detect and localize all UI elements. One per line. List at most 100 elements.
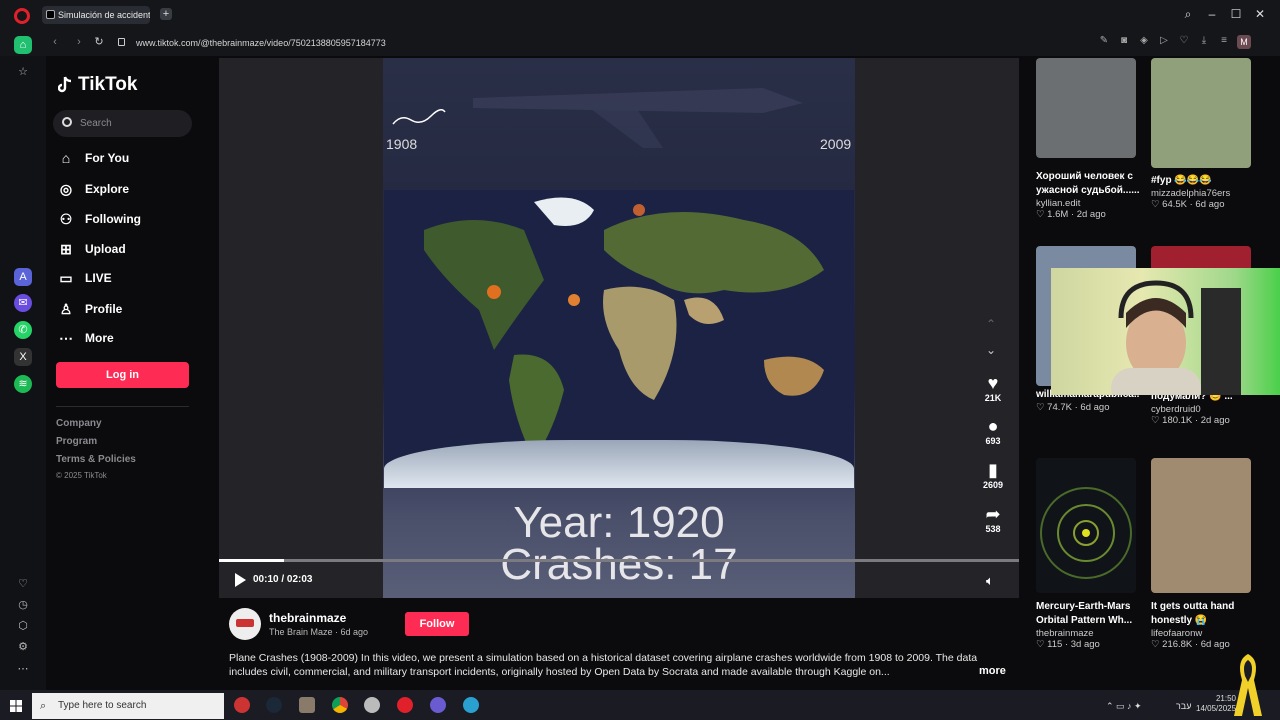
sidebar-item-profile[interactable]: ♙ Profile bbox=[58, 298, 208, 320]
recommended-author[interactable]: lifeofaaronw bbox=[1151, 628, 1255, 639]
steam-icon[interactable] bbox=[266, 697, 282, 713]
reload-icon[interactable]: ↻ bbox=[92, 35, 106, 49]
whatsapp-icon[interactable]: ✆ bbox=[14, 321, 32, 339]
extensions-icon[interactable]: ⬡ bbox=[14, 617, 32, 635]
forward-icon[interactable]: › bbox=[72, 35, 86, 49]
recommended-card[interactable]: Хороший человек с ужасной судьбой...... k… bbox=[1036, 170, 1140, 220]
crashes-text: Crashes: 17 bbox=[500, 540, 738, 589]
opera-logo-icon[interactable] bbox=[14, 8, 30, 24]
url-field[interactable]: www.tiktok.com/@thebrainmaze/video/75021… bbox=[112, 34, 1012, 52]
minimize-button[interactable]: – bbox=[1205, 7, 1219, 21]
recommended-title: It gets outta hand honestly 😭 bbox=[1151, 601, 1235, 626]
save-action[interactable]: ▮ 2609 bbox=[978, 460, 1008, 490]
history-icon[interactable]: ◷ bbox=[14, 596, 32, 614]
recommended-card[interactable]: #fyp 😂😂😂 mizzadelphia76ers ♡ 64.5K · 6d ag… bbox=[1151, 174, 1255, 210]
clock-date: 14/05/2025 bbox=[1196, 704, 1237, 713]
share-icon: ➦ bbox=[985, 504, 1001, 524]
recommended-card[interactable]: Mercury-Earth-Mars Orbital Pattern Wh...… bbox=[1036, 600, 1140, 650]
footer-program-link[interactable]: Program bbox=[56, 436, 97, 447]
sidebar-item-following[interactable]: ⚇ Following bbox=[58, 208, 208, 230]
taskbar-app-5-icon[interactable] bbox=[364, 697, 380, 713]
recommended-author[interactable]: cyberdruid0 bbox=[1151, 404, 1255, 415]
download-icon[interactable]: ⤓ bbox=[1198, 35, 1210, 47]
browser-tab[interactable]: Simulación de accidentes bbox=[42, 6, 150, 24]
shield-icon[interactable]: ◈ bbox=[1138, 35, 1150, 47]
follow-button[interactable]: Follow bbox=[405, 612, 469, 636]
taskbar-clock[interactable]: 21:50 14/05/2025 bbox=[1196, 694, 1236, 714]
menu-icon[interactable]: ≡ bbox=[1218, 35, 1230, 47]
more-icon: ⋯ bbox=[59, 330, 73, 346]
opera-home-icon[interactable]: ⌂ bbox=[14, 36, 32, 54]
sidebar-item-more[interactable]: ⋯ More bbox=[58, 327, 208, 349]
spotify-icon[interactable]: ≋ bbox=[14, 375, 32, 393]
messenger-icon[interactable]: ✉ bbox=[14, 294, 32, 312]
search-tabs-icon[interactable]: ⌕ bbox=[1181, 7, 1195, 21]
settings-icon[interactable]: ⚙ bbox=[14, 638, 32, 656]
sidebar-item-label: Following bbox=[85, 212, 141, 226]
footer-company-link[interactable]: Company bbox=[56, 418, 102, 429]
sidebar-item-explore[interactable]: ◎ Explore bbox=[58, 178, 208, 200]
maximize-button[interactable]: ☐ bbox=[1229, 7, 1243, 21]
close-window-button[interactable]: ✕ bbox=[1253, 7, 1267, 21]
new-tab-button[interactable]: + bbox=[160, 8, 172, 20]
windows-start-icon[interactable] bbox=[10, 700, 22, 712]
clock-time: 21:50 bbox=[1215, 694, 1236, 703]
video-year-overlay: Year: 1920 Crashes: 17 bbox=[383, 498, 855, 589]
back-icon[interactable]: ‹ bbox=[48, 35, 62, 49]
year-text: Year: 1920 bbox=[513, 498, 725, 547]
next-video-icon[interactable]: ⌄ bbox=[986, 343, 996, 357]
antarctica-ice bbox=[384, 440, 854, 488]
speed-dial-icon[interactable]: ☆ bbox=[14, 63, 32, 81]
recommended-title: #fyp 😂😂😂 bbox=[1151, 175, 1212, 186]
x-icon[interactable]: X bbox=[14, 348, 32, 366]
author-username[interactable]: thebrainmaze bbox=[269, 611, 346, 625]
video-progress-track[interactable] bbox=[219, 559, 1019, 562]
recommended-card[interactable]: It gets outta hand honestly 😭 lifeofaaron… bbox=[1151, 600, 1255, 650]
heart-sidebar-icon[interactable]: ♡ bbox=[14, 575, 32, 593]
aria-icon[interactable]: A bbox=[14, 268, 32, 286]
video-progress-fill[interactable] bbox=[219, 559, 284, 562]
previous-video-icon[interactable]: ⌃ bbox=[986, 317, 996, 331]
play-icon[interactable]: ▷ bbox=[1158, 35, 1170, 47]
more-link[interactable]: more bbox=[979, 665, 1006, 677]
edit-icon[interactable]: ✎ bbox=[1098, 35, 1110, 47]
taskbar-app-1-icon[interactable] bbox=[234, 697, 250, 713]
tiktok-logo-icon[interactable] bbox=[58, 76, 72, 94]
opera-taskbar-icon[interactable] bbox=[397, 697, 413, 713]
play-button-icon[interactable] bbox=[235, 573, 246, 587]
browser-profile-avatar[interactable]: M bbox=[1237, 35, 1251, 49]
share-action[interactable]: ➦ 538 bbox=[978, 504, 1008, 534]
system-tray-icons[interactable]: ⌃ ▭ ♪ ✦ bbox=[1106, 701, 1142, 712]
comment-action[interactable]: ● 693 bbox=[978, 416, 1008, 446]
recommended-thumbnail[interactable] bbox=[1151, 458, 1251, 593]
sidebar-item-live[interactable]: ▭ LIVE bbox=[58, 267, 208, 289]
heart-icon[interactable]: ♡ bbox=[1178, 35, 1190, 47]
recommended-thumbnail[interactable] bbox=[1151, 58, 1251, 168]
sidebar-item-upload[interactable]: ⊞ Upload bbox=[58, 238, 208, 260]
tiktok-favicon-icon bbox=[46, 10, 55, 19]
search-input[interactable]: Search bbox=[53, 110, 192, 137]
browser-tab-bar bbox=[0, 0, 1280, 30]
more-sidebar-icon[interactable]: ⋯ bbox=[14, 660, 32, 678]
like-action[interactable]: ♥ 21K bbox=[978, 373, 1008, 403]
recommended-author[interactable]: kyllian.edit bbox=[1036, 198, 1140, 209]
sidebar-item-for-you[interactable]: ⌂ For You bbox=[58, 147, 208, 169]
taskbar-search-input[interactable]: Type here to search bbox=[32, 693, 224, 719]
recommended-thumbnail[interactable] bbox=[1036, 58, 1136, 158]
tiktok-logo-text[interactable]: TikTok bbox=[78, 74, 137, 96]
taskbar-app-7-icon[interactable] bbox=[430, 697, 446, 713]
camera-icon[interactable]: ◙ bbox=[1118, 35, 1130, 47]
taskbar-app-3-icon[interactable] bbox=[299, 697, 315, 713]
taskbar-app-8-icon[interactable] bbox=[463, 697, 479, 713]
lock-icon[interactable] bbox=[118, 38, 125, 46]
recommended-author[interactable]: thebrainmaze bbox=[1036, 628, 1140, 639]
recommended-card[interactable]: подумали? 😊 ... cyberdruid0 ♡ 180.1K · 2d … bbox=[1151, 390, 1255, 426]
footer-terms-link[interactable]: Terms & Policies bbox=[56, 454, 136, 465]
volume-icon[interactable]: 🔈︎ bbox=[986, 573, 994, 589]
video-time: 00:10 / 02:03 bbox=[253, 574, 313, 585]
language-indicator[interactable]: עבר bbox=[1176, 701, 1191, 711]
recommended-author[interactable]: mizzadelphia76ers bbox=[1151, 188, 1255, 199]
yellow-ribbon-icon bbox=[1234, 654, 1262, 716]
chrome-icon[interactable] bbox=[332, 697, 348, 713]
login-button[interactable]: Log in bbox=[56, 362, 189, 388]
